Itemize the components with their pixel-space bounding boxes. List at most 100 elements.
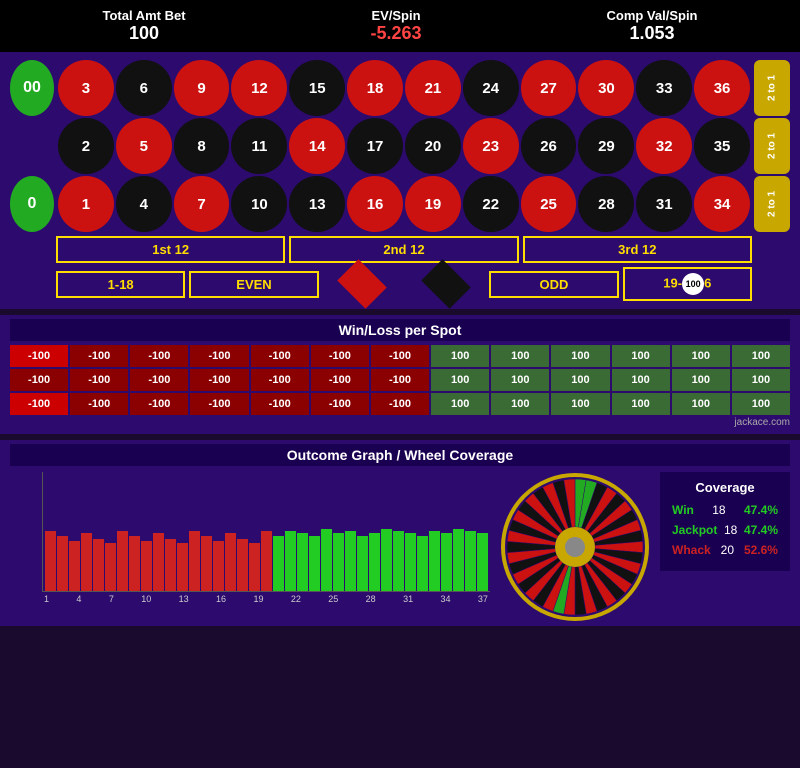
third-dozen-button[interactable]: 3rd 12 [523,236,752,263]
chart-bar [477,533,488,591]
number-24[interactable]: 24 [463,60,519,116]
number-1[interactable]: 1 [58,176,114,232]
number-10[interactable]: 10 [231,176,287,232]
wl-cell: 100 [672,393,730,415]
chart-bar [309,536,320,591]
number-13[interactable]: 13 [289,176,345,232]
winloss-title: Win/Loss per Spot [10,319,790,341]
wl-cell: 100 [431,369,489,391]
number-30[interactable]: 30 [578,60,634,116]
chart-bar [93,539,104,591]
number-9[interactable]: 9 [174,60,230,116]
x-axis-labels: 14710131619222528313437 [42,594,490,604]
chip: 100 [682,273,704,295]
number-5[interactable]: 5 [116,118,172,174]
ev-spin-value: -5.263 [370,23,421,44]
chart-bar [285,531,296,591]
win-coverage-row: Win 18 47.4% [672,503,778,517]
red-diamond-button[interactable] [323,269,402,299]
chart-bar [201,536,212,591]
wl-cell: -100 [190,393,248,415]
whack-pct: 52.6% [744,543,778,557]
number-28[interactable]: 28 [578,176,634,232]
payout-top: 2 to 1 [754,60,790,116]
wl-cell: -100 [251,345,309,367]
coverage-box: Coverage Win 18 47.4% Jackpot 18 47.4% W… [660,472,790,571]
wl-cell: 100 [732,393,790,415]
chart-bar [177,543,188,591]
red-diamond-icon [338,259,387,308]
winloss-section: Win/Loss per Spot -100-100-100-100-100-1… [0,315,800,434]
comp-val-label: Comp Val/Spin [606,8,697,23]
number-16[interactable]: 16 [347,176,403,232]
number-14[interactable]: 14 [289,118,345,174]
number-19[interactable]: 19 [405,176,461,232]
win-pct: 47.4% [744,503,778,517]
chart-bar [213,541,224,591]
number-22[interactable]: 22 [463,176,519,232]
ev-spin-label: EV/Spin [370,8,421,23]
number-7[interactable]: 7 [174,176,230,232]
chart-bar [405,533,416,591]
number-8[interactable]: 8 [174,118,230,174]
odd-button[interactable]: ODD [489,271,618,298]
number-17[interactable]: 17 [347,118,403,174]
double-zero-button[interactable]: 00 [10,60,54,116]
wl-cell: -100 [130,393,188,415]
wl-cell: 100 [612,345,670,367]
chart-bar [417,536,428,591]
number-18[interactable]: 18 [347,60,403,116]
number-34[interactable]: 34 [694,176,750,232]
wl-cell: -100 [311,393,369,415]
number-11[interactable]: 11 [231,118,287,174]
number-21[interactable]: 21 [405,60,461,116]
win-count: 18 [712,503,725,517]
number-36[interactable]: 36 [694,60,750,116]
black-diamond-button[interactable] [406,269,485,299]
wl-cell: -100 [311,369,369,391]
number-35[interactable]: 35 [694,118,750,174]
chart-bar [321,529,332,591]
number-29[interactable]: 29 [578,118,634,174]
number-6[interactable]: 6 [116,60,172,116]
wl-cell: -100 [371,393,429,415]
whack-coverage-row: Whack 20 52.6% [672,543,778,557]
chart-bar [393,531,404,591]
second-dozen-button[interactable]: 2nd 12 [289,236,518,263]
number-2[interactable]: 2 [58,118,114,174]
number-12[interactable]: 12 [231,60,287,116]
number-15[interactable]: 15 [289,60,345,116]
number-20[interactable]: 20 [405,118,461,174]
number-26[interactable]: 26 [521,118,577,174]
winloss-grid: -100-100-100-100-100-100-100100100100100… [10,345,790,415]
wl-cell: -100 [10,369,68,391]
even-button[interactable]: EVEN [189,271,318,298]
zero-button[interactable]: 0 [10,176,54,232]
chart-bar [369,533,380,591]
wl-cell: 100 [612,369,670,391]
number-23[interactable]: 23 [463,118,519,174]
chart-bar [57,536,68,591]
first-dozen-button[interactable]: 1st 12 [56,236,285,263]
wl-cell: 100 [732,369,790,391]
total-amt-section: Total Amt Bet 100 [102,8,185,44]
number-32[interactable]: 32 [636,118,692,174]
chart-bar [273,536,284,591]
outcome-section: Outcome Graph / Wheel Coverage 100 50 0 … [0,440,800,626]
nineteen-thirtysix-button[interactable]: 19-1006 [623,267,752,301]
one-eighteen-button[interactable]: 1-18 [56,271,185,298]
wl-cell: 100 [612,393,670,415]
number-27[interactable]: 27 [521,60,577,116]
chart-bar [69,541,80,591]
chart-bar [141,541,152,591]
number-25[interactable]: 25 [521,176,577,232]
number-3[interactable]: 3 [58,60,114,116]
number-33[interactable]: 33 [636,60,692,116]
wl-cell: -100 [371,345,429,367]
number-4[interactable]: 4 [116,176,172,232]
number-31[interactable]: 31 [636,176,692,232]
total-amt-value: 100 [102,23,185,44]
wl-cell: 100 [491,345,549,367]
wl-cell: -100 [371,369,429,391]
jackpot-count: 18 [724,523,737,537]
